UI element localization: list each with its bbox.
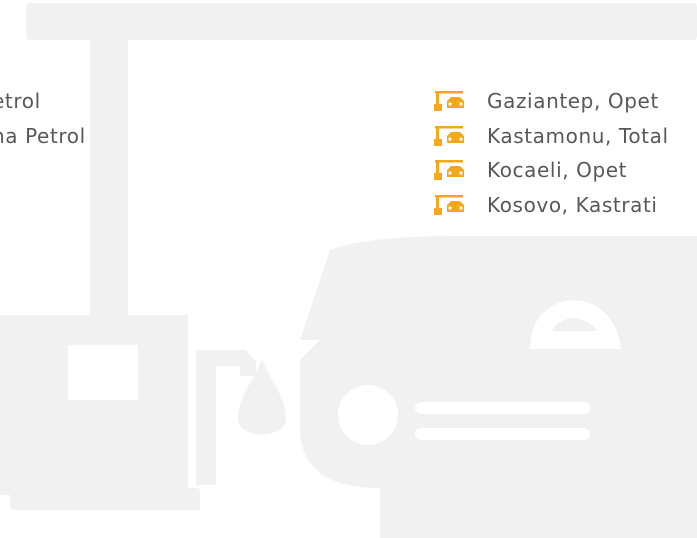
list-item[interactable]: Gaziantep, Opet [433, 84, 669, 119]
fuel-station-car-icon [434, 91, 464, 111]
station-link[interactable]: na Petrol [0, 124, 86, 148]
list-item[interactable]: na Petrol [0, 119, 86, 154]
station-link[interactable]: Kastamonu, Total [487, 124, 669, 148]
fuel-station-car-icon [434, 125, 464, 146]
station-link[interactable]: Gaziantep, Opet [487, 89, 659, 113]
fuel-station-illustration [0, 3, 697, 538]
list-item[interactable]: Kastamonu, Total [433, 119, 669, 154]
station-link[interactable]: Kocaeli, Opet [487, 158, 627, 182]
fuel-station-car-icon [434, 195, 464, 216]
fuel-station-car-icon [434, 160, 464, 181]
list-item[interactable]: Kocaeli, Opet [433, 153, 669, 188]
station-list-left: etrol na Petrol [0, 84, 86, 153]
station-link[interactable]: Kosovo, Kastrati [487, 193, 658, 217]
station-list-right: Gaziantep, Opet Kastamonu, Total Kocaeli… [433, 84, 669, 223]
list-item[interactable]: Kosovo, Kastrati [433, 188, 669, 223]
station-link[interactable]: etrol [0, 89, 41, 113]
list-item[interactable]: etrol [0, 84, 86, 119]
